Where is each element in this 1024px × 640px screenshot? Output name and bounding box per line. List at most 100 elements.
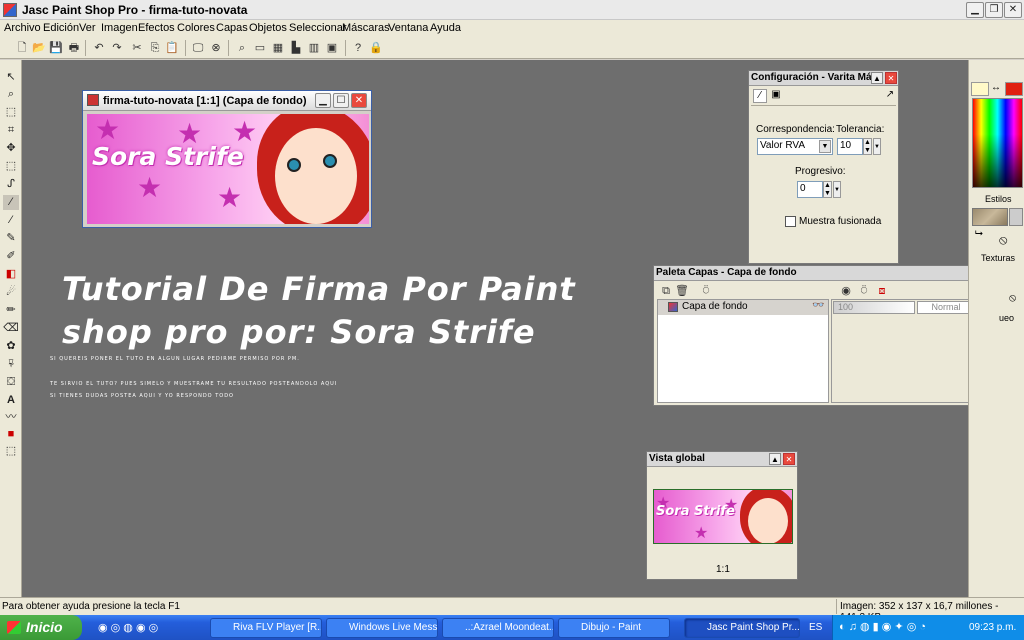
tray-icons[interactable]: ◐ ♫ ◍ ▮ ◉ ✦ ◎ ◔ <box>839 620 926 633</box>
chevron-down-icon[interactable]: ▼ <box>819 140 831 153</box>
zoom-tool-icon[interactable]: ⌕ <box>3 87 19 102</box>
style-swatch[interactable] <box>972 208 1008 226</box>
color-replacer-icon[interactable]: ◧ <box>3 267 19 282</box>
paste-icon[interactable]: 📋 <box>164 40 180 56</box>
doc-close-button[interactable]: ✕ <box>351 93 367 108</box>
overview-icon[interactable]: ▣ <box>324 40 340 56</box>
transparency-arrow-icon[interactable]: ⮡ <box>975 228 983 239</box>
progresivo-spinner[interactable]: ▲ ▼ <box>823 181 832 198</box>
cut-icon[interactable]: ✂ <box>129 40 145 56</box>
doc-minimize-button[interactable]: ▁ <box>315 93 331 108</box>
language-indicator[interactable]: ES <box>809 622 822 633</box>
tolerancia-spinner[interactable]: ▲ ▼ <box>863 138 872 155</box>
menu-capas[interactable]: Capas <box>216 22 248 34</box>
layer-mask-icon[interactable]: ⍥ <box>856 283 872 299</box>
palette-icon[interactable]: ▦ <box>270 40 286 56</box>
layers-icon[interactable]: ▥ <box>306 40 322 56</box>
style-dropdown[interactable] <box>1009 208 1023 226</box>
histogram-icon[interactable]: ▙ <box>288 40 304 56</box>
draw-tool-icon[interactable]: 〰 <box>3 410 19 425</box>
delete-layer-icon[interactable]: 🗑 <box>674 283 690 299</box>
menu-objetos[interactable]: Objetos <box>249 22 287 34</box>
visibility-glasses-icon[interactable]: 👓 <box>812 300 824 311</box>
document-window[interactable]: firma-tuto-novata [1:1] (Capa de fondo) … <box>82 90 372 228</box>
tolerancia-input[interactable]: 10 <box>837 138 863 155</box>
texture-none-icon[interactable]: ⦸ <box>1009 292 1016 305</box>
save-icon[interactable]: 💾 <box>48 40 64 56</box>
fill-tool-icon[interactable]: ⛋ <box>3 375 19 390</box>
layer-group-icon[interactable]: ⧈ <box>874 283 890 299</box>
crop-tool-icon[interactable]: ⌗ <box>3 123 19 138</box>
close-button[interactable]: ✕ <box>1004 2 1022 18</box>
overview-rollup-button[interactable]: ▲ <box>769 453 781 465</box>
shape-tool-icon[interactable]: ■ <box>3 427 19 442</box>
no-style-icon[interactable]: ⦸ <box>999 232 1007 248</box>
opacity-slider[interactable]: 100 <box>833 301 915 314</box>
magic-wand-tool-icon[interactable]: ⁄ <box>3 195 19 210</box>
task-windows-live[interactable]: Windows Live Mess... <box>326 618 438 638</box>
start-button[interactable]: Inicio <box>0 615 82 640</box>
task-paint-shop-pro[interactable]: Jasc Paint Shop Pr... <box>684 618 800 638</box>
wand-tab-icon[interactable]: ⁄ <box>753 89 767 103</box>
clone-tool-icon[interactable]: ✐ <box>3 249 19 264</box>
browse-icon[interactable]: ⊗ <box>208 40 224 56</box>
blend-mode-select[interactable]: Normal <box>917 301 975 314</box>
redo-icon[interactable]: ↷ <box>109 40 125 56</box>
menu-imagen[interactable]: Imagen <box>101 22 138 34</box>
foreground-color-swatch[interactable] <box>971 82 989 96</box>
undo-icon[interactable]: ↶ <box>91 40 107 56</box>
deform-tool-icon[interactable]: ⬚ <box>3 105 19 120</box>
open-folder-icon[interactable]: 📂 <box>31 40 47 56</box>
lasso-tool-icon[interactable]: ᔑ <box>3 177 19 192</box>
options-rollup-button[interactable]: ▲ <box>871 72 883 84</box>
doc-maximize-button[interactable]: ☐ <box>333 93 349 108</box>
options-tab2-icon[interactable]: ▣ <box>769 89 783 103</box>
menu-mascaras[interactable]: Máscaras <box>342 22 390 34</box>
retouch-tool-icon[interactable]: ☄ <box>3 285 19 300</box>
zoom-icon[interactable]: ⌕ <box>234 40 250 56</box>
selection-tool-icon[interactable]: ⬚ <box>3 159 19 174</box>
options-menu-icon[interactable]: ↗ <box>883 89 897 103</box>
menu-seleccionar[interactable]: Seleccionar <box>289 22 346 34</box>
scratch-tool-icon[interactable]: ✏ <box>3 303 19 318</box>
help-icon[interactable]: ? <box>350 40 366 56</box>
print-icon[interactable]: 🖶 <box>66 40 82 56</box>
overview-thumbnail[interactable]: ★ ★ ★ Sora Strife <box>653 489 793 544</box>
muestra-checkbox[interactable] <box>785 216 796 227</box>
move-tool-icon[interactable]: ✥ <box>3 141 19 156</box>
new-file-icon[interactable]: 🗋 <box>14 40 30 56</box>
lock-icon[interactable]: 🔒 <box>368 40 384 56</box>
progresivo-dropdown[interactable]: ▼ <box>833 181 841 198</box>
minimize-button[interactable]: ▁ <box>966 2 984 18</box>
background-color-swatch[interactable] <box>1005 82 1023 96</box>
document-titlebar[interactable]: firma-tuto-novata [1:1] (Capa de fondo) … <box>83 91 371 111</box>
task-azrael[interactable]: ..:Azrael Moondeat... <box>442 618 554 638</box>
quicklaunch-icons[interactable]: ◉ ◎ ◍ ◉ ◎ <box>98 621 158 634</box>
options-close-button[interactable]: ✕ <box>885 72 897 84</box>
mask-icon[interactable]: ⍥ <box>698 283 714 299</box>
menu-ventana[interactable]: Ventana <box>388 22 428 34</box>
progresivo-input[interactable]: 0 <box>797 181 823 198</box>
restore-button[interactable]: ❐ <box>985 2 1003 18</box>
correspondencia-select[interactable]: Valor RVA ▼ <box>757 138 833 155</box>
layer-visibility-icon[interactable]: ◉ <box>838 283 854 299</box>
task-riva-flv[interactable]: Riva FLV Player [R... <box>210 618 322 638</box>
menu-archivo[interactable]: Archivo <box>4 22 41 34</box>
object-selector-icon[interactable]: ⬚ <box>3 444 19 459</box>
paintbrush-tool-icon[interactable]: ✎ <box>3 231 19 246</box>
menu-ayuda[interactable]: Ayuda <box>430 22 461 34</box>
dropper-tool-icon[interactable]: ⁄ <box>3 213 19 228</box>
layer-palette-titlebar[interactable]: Paleta Capas - Capa de fondo <box>654 266 1002 281</box>
color-picker-spectrum[interactable] <box>972 98 1023 188</box>
airbrush-icon[interactable]: ⍫ <box>3 357 19 372</box>
overview-close-button[interactable]: ✕ <box>783 453 795 465</box>
task-paint[interactable]: Dibujo - Paint <box>558 618 670 638</box>
text-tool-icon[interactable]: A <box>3 393 19 408</box>
menu-colores[interactable]: Colores <box>177 22 215 34</box>
eraser-tool-icon[interactable]: ⌫ <box>3 321 19 336</box>
picture-tube-icon[interactable]: ✿ <box>3 339 19 354</box>
layer-row[interactable]: Capa de fondo 👓 <box>658 300 828 315</box>
menu-efectos[interactable]: Efectos <box>138 22 175 34</box>
tolerancia-dropdown[interactable]: ▼ <box>873 138 881 155</box>
new-layer-icon[interactable]: ⧉ <box>658 283 674 299</box>
